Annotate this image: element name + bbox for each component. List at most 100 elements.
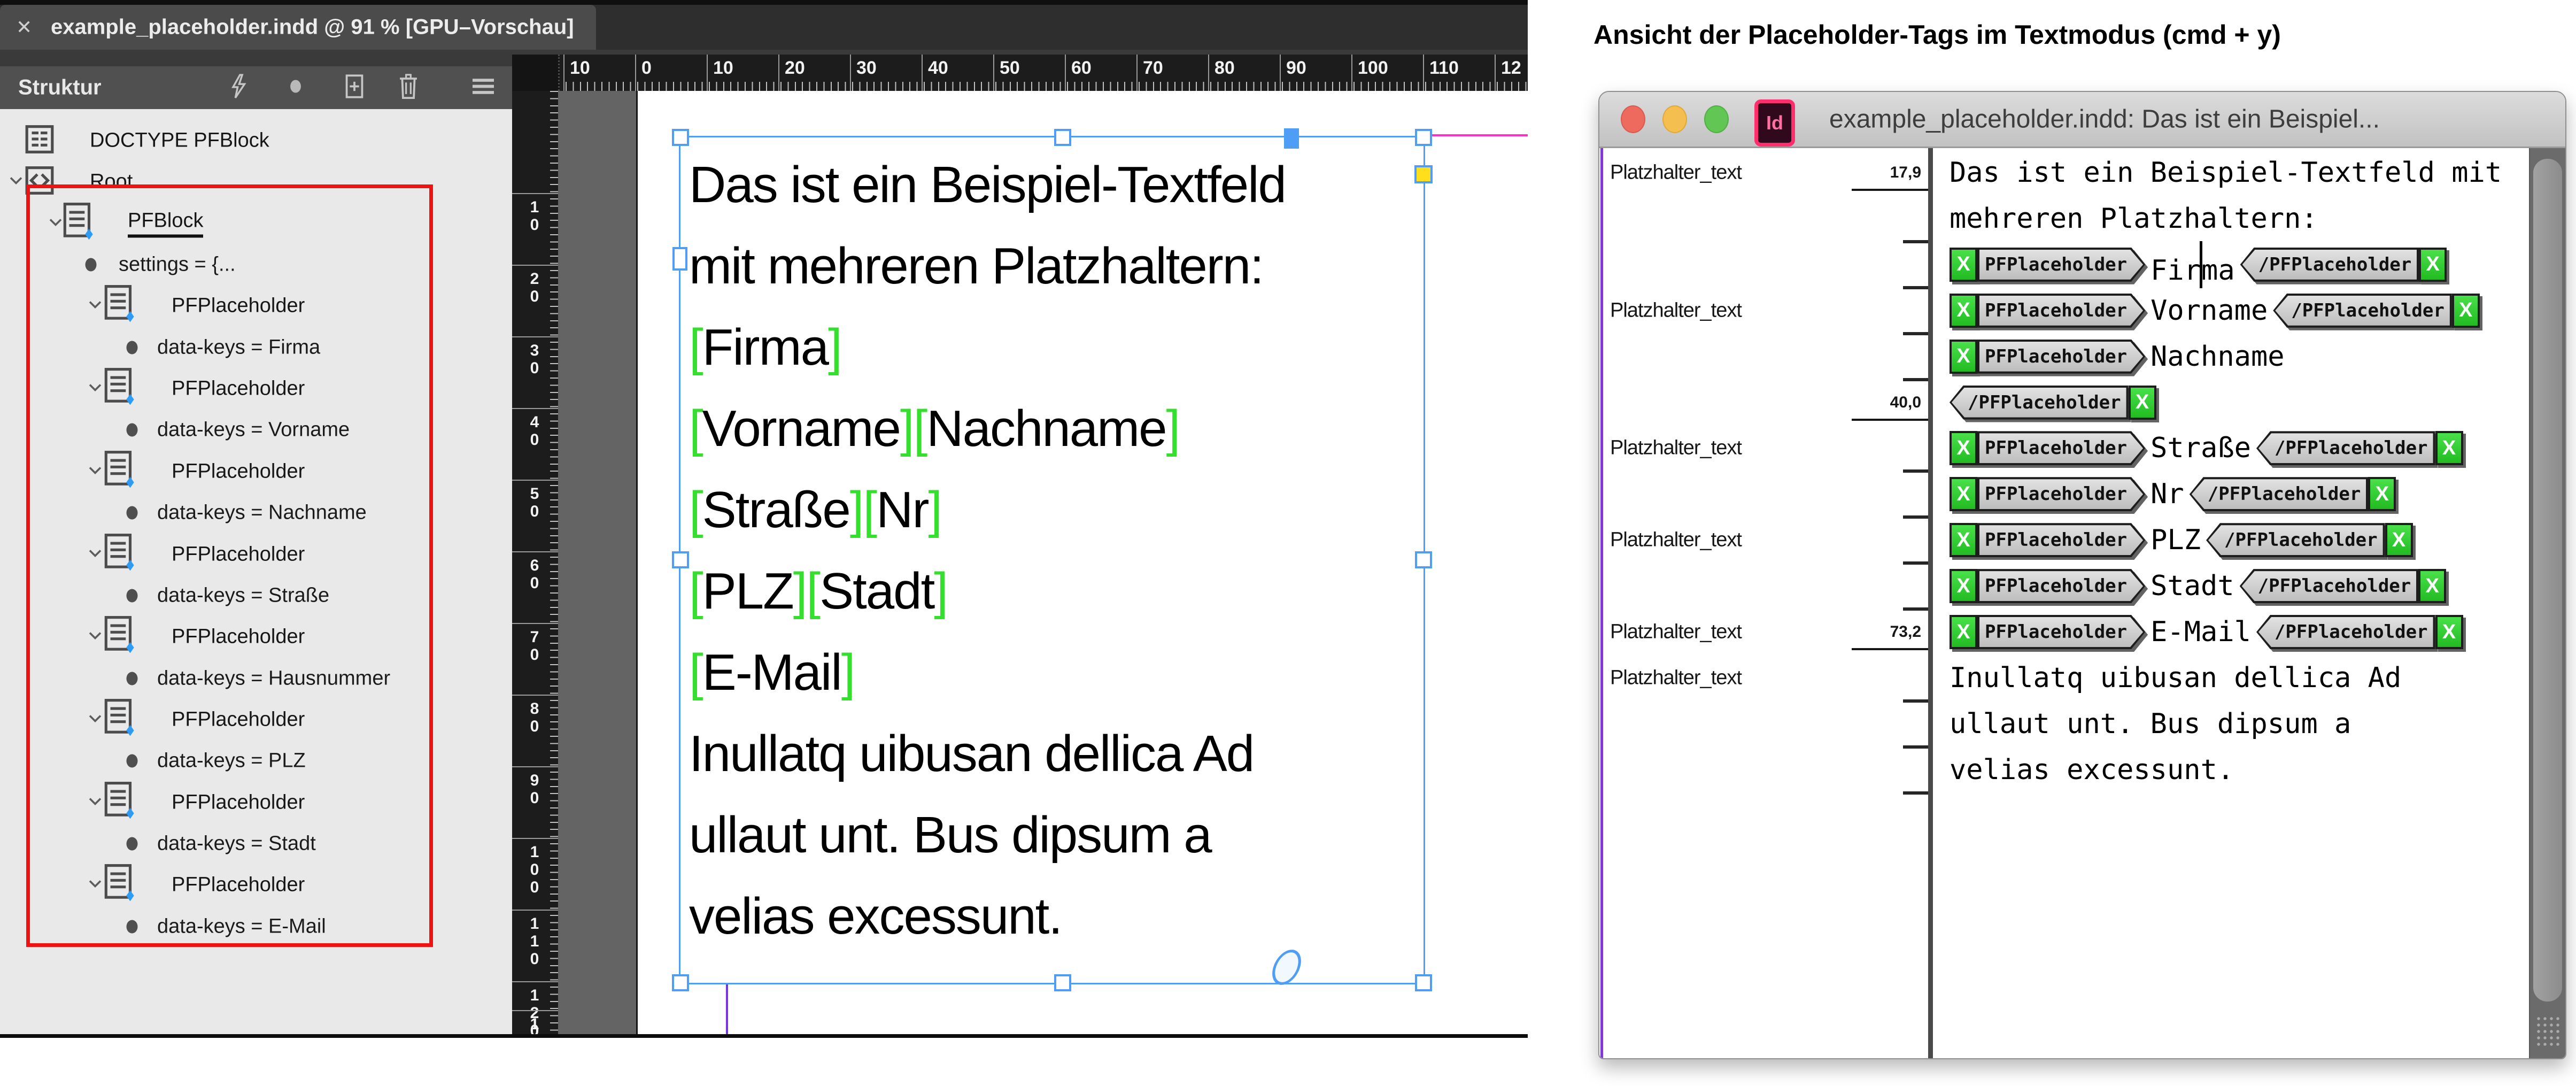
story-editor-body[interactable]: Platzhalter_text17,9Das ist ein Beispiel… [1599, 148, 2565, 1058]
story-text[interactable]: PLZ [2150, 524, 2201, 556]
chevron-down-icon[interactable] [9, 176, 23, 188]
chevron-down-icon[interactable] [88, 631, 102, 643]
tree-element[interactable]: DOCTYPE PFBlock [90, 129, 269, 152]
tree-attribute[interactable]: data-keys = Firma [157, 336, 320, 359]
scrollbar-thumb[interactable] [2533, 159, 2562, 1002]
trash-icon[interactable] [397, 73, 420, 103]
pfplaceholder-open-tag[interactable]: XPFPlaceholder [1950, 523, 2145, 557]
story-text[interactable]: Straße [2150, 432, 2251, 464]
tree-element[interactable]: PFPlaceholder [172, 874, 305, 897]
tree-attribute[interactable]: data-keys = Stadt [157, 832, 316, 855]
story-line[interactable]: /PFPlaceholderX [1950, 380, 2156, 426]
story-line[interactable]: Das ist ein Beispiel-Textfeld mit [1950, 150, 2502, 196]
frame-selected-point-handle[interactable] [1284, 128, 1299, 149]
panel-menu-icon[interactable] [469, 76, 497, 100]
chevron-down-icon[interactable] [88, 548, 102, 560]
tree-element[interactable]: PFPlaceholder [172, 460, 305, 483]
pfplaceholder-open-tag[interactable]: XPFPlaceholder [1950, 294, 2145, 328]
story-line[interactable]: XPFPlaceholderE-Mail/PFPlaceholderX [1950, 609, 2463, 655]
story-line[interactable]: XPFPlaceholderFirma/PFPlaceholderX [1950, 242, 2447, 288]
style-column-divider[interactable] [1928, 148, 1933, 1058]
frame-handle-bottom-left[interactable] [672, 974, 689, 991]
add-element-icon[interactable] [343, 73, 366, 103]
story-text[interactable]: velias excessunt. [1950, 754, 2234, 786]
pfplaceholder-open-tag[interactable]: XPFPlaceholder [1950, 569, 2145, 603]
pfplaceholder-close-tag[interactable]: /PFPlaceholderX [2273, 294, 2480, 328]
frame-handle-mid-right[interactable] [1415, 551, 1432, 568]
story-text[interactable]: Nachname [2150, 341, 2284, 373]
tree-attribute[interactable]: data-keys = Nachname [157, 502, 367, 525]
tree-attribute[interactable]: settings = {... [119, 253, 236, 276]
close-button[interactable] [1621, 105, 1645, 133]
selected-text-frame[interactable]: Das ist ein Beispiel-Textfeldmit mehrere… [679, 136, 1425, 984]
frame-handle-bottom-mid[interactable] [1054, 974, 1071, 991]
tree-attribute[interactable]: data-keys = Straße [157, 584, 329, 607]
story-text[interactable]: mehreren Platzhaltern: [1950, 203, 2318, 235]
tab-close-icon[interactable]: ✕ [16, 16, 32, 38]
window-title-bar[interactable]: Id example_placeholder.indd: Das ist ein… [1599, 92, 2565, 148]
tree-element[interactable]: PFPlaceholder [172, 378, 305, 400]
story-line[interactable]: ullaut unt. Bus dipsum a [1950, 701, 2351, 747]
frame-handle-mid-left[interactable] [672, 551, 689, 568]
resize-grip-icon[interactable] [2535, 1015, 2560, 1046]
pfplaceholder-close-tag[interactable]: /PFPlaceholderX [2256, 431, 2463, 465]
tree-element[interactable]: PFPlaceholder [172, 626, 305, 649]
frame-in-port[interactable] [672, 247, 687, 271]
tree-element[interactable]: Root [90, 171, 133, 194]
story-text[interactable]: ullaut unt. Bus dipsum a [1950, 708, 2351, 740]
frame-handle-top-left[interactable] [672, 129, 689, 146]
story-line[interactable]: XPFPlaceholderVorname/PFPlaceholderX [1950, 288, 2480, 334]
chevron-down-icon[interactable] [88, 465, 102, 477]
lightning-icon[interactable] [228, 74, 249, 102]
story-text[interactable]: Inullatq uibusan dellica Ad [1950, 662, 2401, 694]
pfplaceholder-open-tag[interactable]: XPFPlaceholder [1950, 431, 2145, 465]
dot-icon[interactable] [287, 76, 305, 100]
pfplaceholder-close-tag[interactable]: /PFPlaceholderX [2190, 477, 2396, 511]
story-text[interactable]: Stadt [2150, 570, 2234, 602]
pfplaceholder-open-tag[interactable]: XPFPlaceholder [1950, 615, 2145, 649]
pfplaceholder-open-tag[interactable]: XPFPlaceholder [1950, 248, 2145, 282]
pfplaceholder-close-tag[interactable]: /PFPlaceholderX [2206, 523, 2413, 557]
tree-element[interactable]: PFBlock [128, 209, 203, 237]
story-text[interactable]: E-Mail [2150, 616, 2251, 648]
story-line[interactable]: XPFPlaceholderStraße/PFPlaceholderX [1950, 425, 2463, 471]
pfplaceholder-close-tag[interactable]: /PFPlaceholderX [1950, 386, 2156, 420]
zoom-button[interactable] [1704, 105, 1729, 133]
story-line[interactable]: velias excessunt. [1950, 747, 2234, 793]
tree-attribute[interactable]: data-keys = E-Mail [157, 915, 326, 938]
document-tab[interactable]: ✕ example_placeholder.indd @ 91 % [GPU–V… [0, 5, 596, 50]
pfplaceholder-close-tag[interactable]: /PFPlaceholderX [2240, 248, 2447, 282]
frame-handle-top-right[interactable] [1415, 129, 1432, 146]
story-text[interactable]: Das ist ein Beispiel-Textfeld mit [1950, 157, 2502, 189]
tree-element[interactable]: PFPlaceholder [172, 543, 305, 566]
story-line[interactable]: XPFPlaceholderNr/PFPlaceholderX [1950, 471, 2396, 517]
chevron-down-icon[interactable] [88, 879, 102, 891]
story-line[interactable]: XPFPlaceholderPLZ/PFPlaceholderX [1950, 517, 2413, 563]
tree-attribute[interactable]: data-keys = PLZ [157, 750, 306, 773]
tree-element[interactable]: PFPlaceholder [172, 708, 305, 731]
tree-attribute[interactable]: data-keys = Vorname [157, 419, 350, 442]
story-text[interactable]: Vorname [2150, 295, 2268, 327]
story-text[interactable]: Nr [2150, 478, 2184, 510]
frame-handle-top-mid[interactable] [1054, 129, 1071, 146]
minimize-button[interactable] [1662, 105, 1687, 133]
pfplaceholder-open-tag[interactable]: XPFPlaceholder [1950, 477, 2145, 511]
pfplaceholder-open-tag[interactable]: XPFPlaceholder [1950, 340, 2145, 374]
scrollbar-track[interactable] [2529, 148, 2566, 1058]
tree-attribute[interactable]: data-keys = Hausnummer [157, 667, 390, 690]
story-line[interactable]: XPFPlaceholderNachname [1950, 334, 2285, 380]
chevron-down-icon[interactable] [49, 217, 63, 229]
story-line[interactable]: Inullatq uibusan dellica Ad [1950, 655, 2401, 701]
chevron-down-icon[interactable] [88, 713, 102, 726]
tree-element[interactable]: PFPlaceholder [172, 295, 305, 318]
tree-element[interactable]: PFPlaceholder [172, 791, 305, 814]
chevron-down-icon[interactable] [88, 383, 102, 395]
pfplaceholder-close-tag[interactable]: /PFPlaceholderX [2240, 569, 2447, 603]
story-text[interactable]: Firma [2150, 241, 2235, 288]
pfplaceholder-close-tag[interactable]: /PFPlaceholderX [2256, 615, 2463, 649]
story-line[interactable]: mehreren Platzhaltern: [1950, 196, 2318, 242]
corner-options-handle[interactable] [1414, 165, 1433, 183]
chevron-down-icon[interactable] [88, 796, 102, 808]
chevron-down-icon[interactable] [88, 300, 102, 312]
story-line[interactable]: XPFPlaceholderStadt/PFPlaceholderX [1950, 563, 2446, 609]
